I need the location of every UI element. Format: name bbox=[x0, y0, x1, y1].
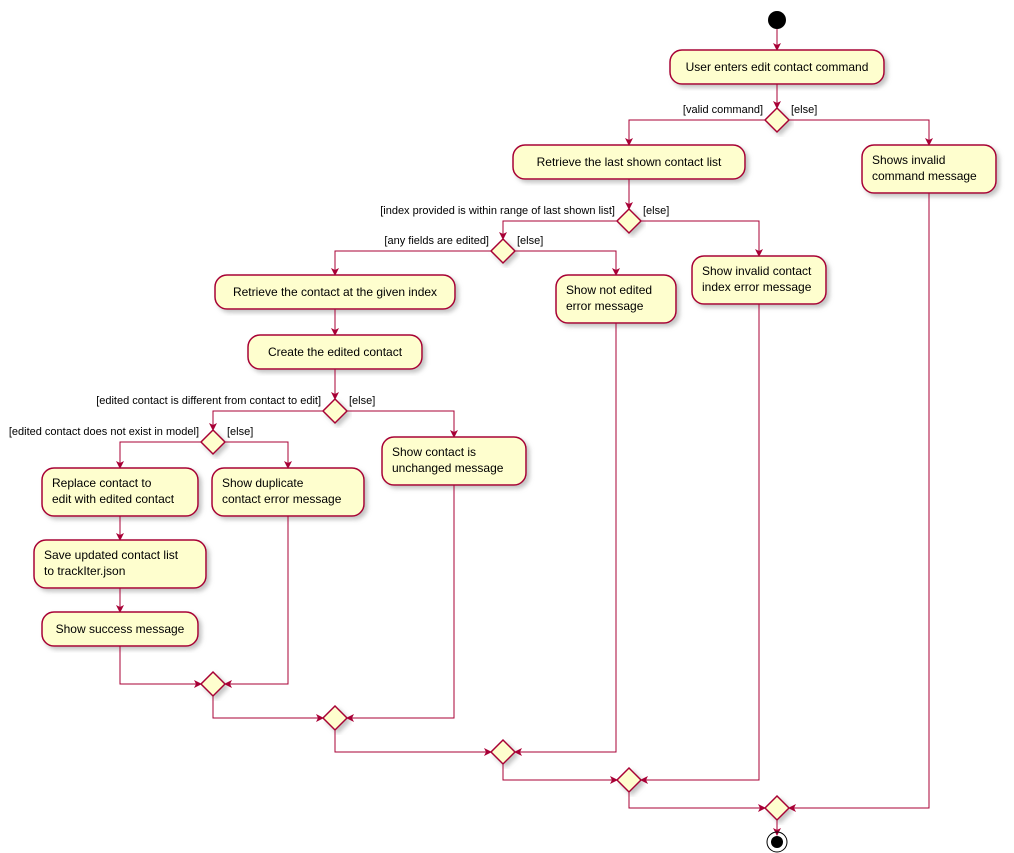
svg-text:Save updated contact list: Save updated contact list bbox=[44, 548, 179, 562]
merge-4 bbox=[617, 768, 641, 792]
svg-text:[else]: [else] bbox=[643, 205, 669, 217]
svg-text:Show duplicate: Show duplicate bbox=[222, 476, 304, 490]
svg-text:[else]: [else] bbox=[791, 104, 817, 116]
svg-text:[else]: [else] bbox=[349, 395, 375, 407]
svg-text:error message: error message bbox=[566, 299, 644, 313]
svg-text:to trackIter.json: to trackIter.json bbox=[44, 564, 125, 578]
svg-text:command message: command message bbox=[872, 169, 977, 183]
svg-text:[else]: [else] bbox=[227, 426, 253, 438]
merge-3 bbox=[491, 740, 515, 764]
svg-text:Replace contact to: Replace contact to bbox=[52, 476, 152, 490]
decision-contact-different bbox=[323, 399, 347, 423]
activity-diagram: User enters edit contact command [valid … bbox=[0, 0, 1014, 853]
svg-text:[valid command]: [valid command] bbox=[683, 104, 763, 116]
svg-text:[edited contact does not exist: [edited contact does not exist in model] bbox=[9, 426, 199, 438]
svg-text:[edited contact is different f: [edited contact is different from contac… bbox=[96, 395, 321, 407]
decision-valid-command bbox=[765, 108, 789, 132]
decision-not-exist bbox=[201, 430, 225, 454]
svg-text:[index provided is within rang: [index provided is within range of last … bbox=[380, 205, 615, 217]
svg-text:unchanged message: unchanged message bbox=[392, 461, 504, 475]
svg-text:contact error message: contact error message bbox=[222, 492, 342, 506]
svg-text:Show contact is: Show contact is bbox=[392, 445, 476, 459]
svg-text:edit with edited contact: edit with edited contact bbox=[52, 492, 175, 506]
merge-1 bbox=[201, 672, 225, 696]
svg-text:Shows invalid: Shows invalid bbox=[872, 153, 945, 167]
decision-fields-edited bbox=[491, 239, 515, 263]
svg-text:Create the edited contact: Create the edited contact bbox=[268, 345, 403, 359]
activity-label: User enters edit contact command bbox=[686, 60, 869, 74]
svg-text:[any fields are edited]: [any fields are edited] bbox=[384, 235, 489, 247]
svg-text:Show not edited: Show not edited bbox=[566, 283, 652, 297]
decision-index-range bbox=[617, 209, 641, 233]
initial-node bbox=[768, 11, 786, 29]
merge-2 bbox=[323, 706, 347, 730]
merge-5 bbox=[765, 796, 789, 820]
svg-text:Retrieve the contact at the gi: Retrieve the contact at the given index bbox=[233, 285, 437, 299]
svg-text:Retrieve the last shown contac: Retrieve the last shown contact list bbox=[537, 155, 722, 169]
svg-text:index error message: index error message bbox=[702, 280, 812, 294]
svg-text:[else]: [else] bbox=[517, 235, 543, 247]
svg-text:Show success message: Show success message bbox=[56, 622, 185, 636]
svg-text:Show invalid contact: Show invalid contact bbox=[702, 264, 812, 278]
